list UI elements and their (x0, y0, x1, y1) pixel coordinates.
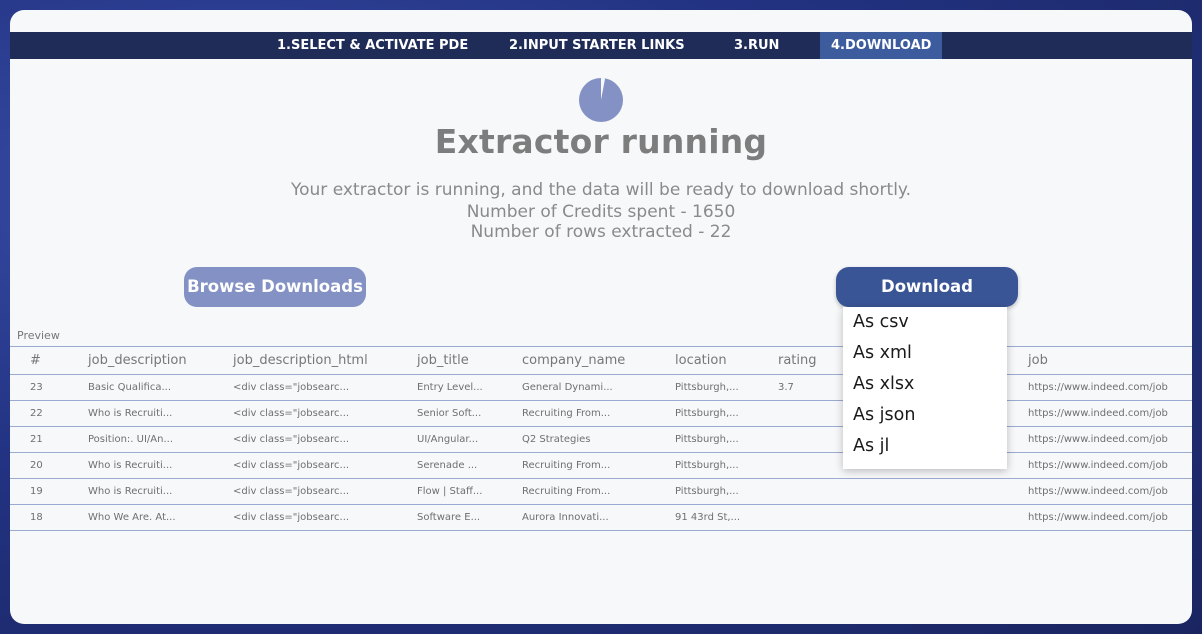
column-header-job: job (1028, 353, 1048, 368)
cell-job-description-html: <div class="jobsearc... (233, 460, 350, 471)
column-header-job-description: job_description (88, 353, 187, 368)
column-header-job-title: job_title (417, 353, 469, 368)
menu-item-json[interactable]: As json (843, 400, 1007, 431)
credits-spent: Number of Credits spent - 1650 (466, 202, 736, 222)
cell-job: https://www.indeed.com/job (1028, 382, 1168, 393)
cell-location: Pittsburgh,... (675, 408, 739, 419)
cell-index: 23 (30, 382, 43, 393)
status-message: Your extractor is running, and the data … (291, 180, 911, 200)
table-header: # job_description job_description_html j… (10, 346, 1192, 375)
preview-label: Preview (17, 329, 60, 342)
column-header-company-name: company_name (522, 353, 626, 368)
cell-job-title: Senior Soft... (417, 408, 482, 419)
page-title: Extractor running (434, 122, 768, 161)
table-row[interactable]: 20 Who is Recruiti... <div class="jobsearc… (10, 453, 1192, 479)
cell-job-description: Position:. UI/An... (88, 434, 174, 445)
cell-company-name: Recruiting From... (522, 486, 611, 497)
table-row[interactable]: 19 Who is Recruiti... <div class="jobsearc… (10, 479, 1192, 505)
cell-job-description-html: <div class="jobsearc... (233, 512, 350, 523)
cell-location: 91 43rd St,... (675, 512, 741, 523)
cell-job: https://www.indeed.com/job (1028, 512, 1168, 523)
step-input-starter-links[interactable]: 2.INPUT STARTER LINKS (509, 32, 685, 59)
cell-job-title: Entry Level... (417, 382, 483, 393)
download-button[interactable]: Download (836, 267, 1018, 307)
cell-job: https://www.indeed.com/job (1028, 408, 1168, 419)
step-navigation: 1.SELECT & ACTIVATE PDE 2.INPUT STARTER … (10, 32, 1192, 59)
column-header-job-description-html: job_description_html (233, 353, 368, 368)
table-row[interactable]: 18 Who We Are. At... <div class="jobsearc.… (10, 505, 1192, 531)
column-header-rating: rating (778, 353, 817, 368)
menu-item-csv[interactable]: As csv (843, 307, 1007, 338)
cell-job-title: Flow | Staff... (417, 486, 483, 497)
cell-job: https://www.indeed.com/job (1028, 486, 1168, 497)
step-select-activate-pde[interactable]: 1.SELECT & ACTIVATE PDE (277, 32, 468, 59)
cell-location: Pittsburgh,... (675, 382, 739, 393)
rows-extracted: Number of rows extracted - 22 (470, 222, 732, 242)
column-header-location: location (675, 353, 727, 368)
cell-index: 18 (30, 512, 43, 523)
cell-index: 19 (30, 486, 43, 497)
table-row[interactable]: 22 Who is Recruiti... <div class="jobsearc… (10, 401, 1192, 427)
step-download[interactable]: 4.DOWNLOAD (820, 32, 943, 59)
progress-spinner-icon (579, 78, 623, 122)
cell-company-name: Aurora Innovati... (522, 512, 609, 523)
cell-company-name: General Dynami... (522, 382, 613, 393)
cell-job-description-html: <div class="jobsearc... (233, 486, 350, 497)
cell-job: https://www.indeed.com/job (1028, 460, 1168, 471)
step-run[interactable]: 3.RUN (734, 32, 779, 59)
cell-company-name: Q2 Strategies (522, 434, 591, 445)
cell-job-description: Who is Recruiti... (88, 460, 173, 471)
extractor-panel: 1.SELECT & ACTIVATE PDE 2.INPUT STARTER … (10, 10, 1192, 624)
cell-index: 21 (30, 434, 43, 445)
menu-item-xlsx[interactable]: As xlsx (843, 369, 1007, 400)
browse-downloads-button[interactable]: Browse Downloads (184, 267, 366, 307)
menu-item-jl[interactable]: As jl (843, 431, 1007, 462)
menu-item-xml[interactable]: As xml (843, 338, 1007, 369)
cell-job-description-html: <div class="jobsearc... (233, 408, 350, 419)
cell-rating: 3.7 (778, 382, 794, 393)
cell-index: 22 (30, 408, 43, 419)
download-format-menu: As csv As xml As xlsx As json As jl (843, 307, 1007, 469)
preview-table: # job_description job_description_html j… (10, 346, 1192, 531)
cell-location: Pittsburgh,... (675, 460, 739, 471)
cell-job-title: UI/Angular... (417, 434, 479, 445)
column-header-index: # (30, 353, 41, 368)
cell-location: Pittsburgh,... (675, 486, 739, 497)
cell-location: Pittsburgh,... (675, 434, 739, 445)
cell-job-description-html: <div class="jobsearc... (233, 434, 350, 445)
cell-job-description: Who is Recruiti... (88, 408, 173, 419)
cell-job-description: Who We Are. At... (88, 512, 176, 523)
cell-job-title: Software E... (417, 512, 481, 523)
cell-company-name: Recruiting From... (522, 460, 611, 471)
cell-job-description: Who is Recruiti... (88, 486, 173, 497)
cell-index: 20 (30, 460, 43, 471)
table-row[interactable]: 23 Basic Qualifica... <div class="jobsearc… (10, 375, 1192, 401)
cell-job: https://www.indeed.com/job (1028, 434, 1168, 445)
table-row[interactable]: 21 Position:. UI/An... <div class="jobsear… (10, 427, 1192, 453)
cell-job-description: Basic Qualifica... (88, 382, 172, 393)
cell-job-title: Serenade ... (417, 460, 478, 471)
cell-company-name: Recruiting From... (522, 408, 611, 419)
table-body: 23 Basic Qualifica... <div class="jobsearc… (10, 375, 1192, 531)
cell-job-description-html: <div class="jobsearc... (233, 382, 350, 393)
